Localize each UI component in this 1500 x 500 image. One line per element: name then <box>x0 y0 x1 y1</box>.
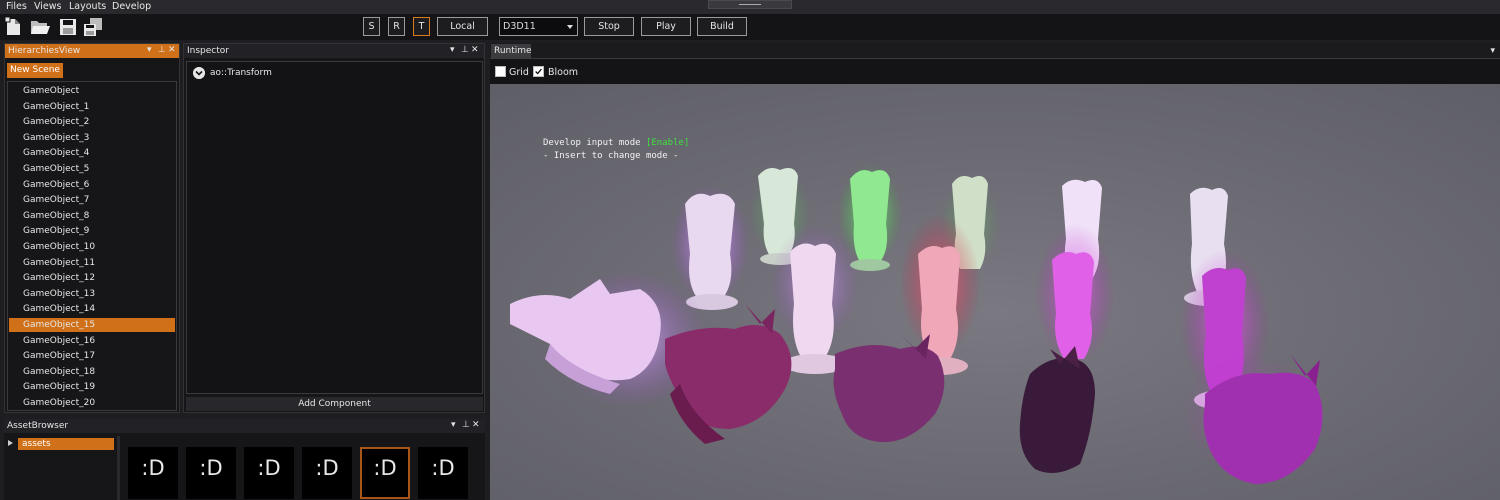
asset-browser-header[interactable]: AssetBrowser ▾ ⊥ ✕ <box>4 419 485 433</box>
hierarchy-item[interactable]: GameObject_18 <box>9 365 175 379</box>
build-button[interactable]: Build <box>697 17 747 36</box>
new-scene-button[interactable]: New Scene <box>7 63 63 78</box>
rotate-mode-button[interactable]: R <box>388 17 405 36</box>
runtime-options-bar: Grid Bloom <box>490 59 1500 85</box>
play-button[interactable]: Play <box>641 17 691 36</box>
hierarchy-item[interactable]: GameObject_5 <box>9 162 175 176</box>
inspector-panel: Inspector ▾ ⊥ ✕ ao::Transform Add Compon… <box>183 43 485 413</box>
overlay-prefix: Develop input mode <box>543 138 646 148</box>
grid-label: Grid <box>509 67 529 78</box>
scene-viewport[interactable]: Develop input mode [Enable] - Insert to … <box>490 84 1500 500</box>
add-component-button[interactable]: Add Component <box>186 397 483 411</box>
hierarchy-item[interactable]: GameObject <box>9 84 175 98</box>
hierarchy-item[interactable]: GameObject_17 <box>9 349 175 363</box>
close-icon[interactable]: ✕ <box>471 45 479 55</box>
hierarchy-item[interactable]: GameObject_10 <box>9 240 175 254</box>
dev-input-mode-text: Develop input mode [Enable] <box>543 138 689 148</box>
buddha-statue <box>1035 224 1115 364</box>
hierarchy-item[interactable]: GameObject_16 <box>9 334 175 348</box>
chevron-down-icon <box>567 25 573 29</box>
expand-arrow-icon[interactable] <box>8 440 13 446</box>
inspector-header[interactable]: Inspector ▾ ⊥ ✕ <box>184 44 484 58</box>
toolbar: S R T Local D3D11 Stop Play Build <box>0 14 1500 40</box>
asset-browser-title: AssetBrowser <box>7 421 69 431</box>
asset-browser-panel: AssetBrowser ▾ ⊥ ✕ assets :D:D:D:D:D:D <box>4 419 485 500</box>
dev-mode-hint-text: - Insert to change mode - <box>543 151 679 161</box>
asset-thumbnail[interactable]: :D <box>360 447 410 499</box>
asset-thumbnail[interactable]: :D <box>244 447 294 499</box>
window-drag-handle[interactable] <box>708 0 792 9</box>
asset-thumbnail[interactable]: :D <box>186 447 236 499</box>
hierarchy-item[interactable]: GameObject_19 <box>9 380 175 394</box>
asset-thumbnail[interactable]: :D <box>418 447 468 499</box>
hierarchy-item[interactable]: GameObject_13 <box>9 287 175 301</box>
panel-menu-icon[interactable]: ▾ <box>451 420 456 430</box>
pin-icon[interactable]: ⊥ <box>461 45 469 55</box>
runtime-panel: Runtime ▾ Grid Bloom Develop input mode … <box>490 43 1500 500</box>
hierarchy-tree: GameObject GameObject_1 GameObject_2 GameOb… <box>7 81 177 411</box>
hierarchy-header[interactable]: HierarchiesView ▾ ⊥ ✕ <box>5 44 179 58</box>
hierarchy-item[interactable]: GameObject_3 <box>9 131 175 145</box>
grip-icon <box>739 4 761 5</box>
menu-develop[interactable]: Develop <box>112 1 151 12</box>
close-icon[interactable]: ✕ <box>472 420 480 430</box>
menu-files[interactable]: Files <box>6 1 27 12</box>
open-folder-icon[interactable] <box>29 16 51 38</box>
panel-menu-icon[interactable]: ▾ <box>450 45 455 55</box>
graphics-api-value: D3D11 <box>503 21 536 32</box>
overlay-status: [Enable] <box>645 138 690 148</box>
hierarchy-item[interactable]: GameObject_6 <box>9 178 175 192</box>
hierarchy-item[interactable]: GameObject_8 <box>9 209 175 223</box>
save-icon[interactable] <box>57 16 79 38</box>
hierarchy-item[interactable]: GameObject_4 <box>9 146 175 160</box>
hierarchy-item[interactable]: GameObject_1 <box>9 100 175 114</box>
collapse-chevron-icon[interactable] <box>193 67 205 79</box>
hierarchy-item[interactable]: GameObject_15 <box>9 318 175 332</box>
save-all-icon[interactable] <box>82 16 104 38</box>
inspector-title: Inspector <box>187 46 229 56</box>
stop-button[interactable]: Stop <box>584 17 634 36</box>
translate-mode-button[interactable]: T <box>413 17 430 36</box>
tab-runtime[interactable]: Runtime <box>491 44 532 58</box>
asset-splitter[interactable] <box>117 436 120 500</box>
new-file-icon[interactable] <box>3 16 25 38</box>
asset-folder-tree: assets <box>6 436 117 498</box>
component-name: ao::Transform <box>210 68 272 78</box>
space-toggle-button[interactable]: Local <box>437 17 488 36</box>
bloom-label: Bloom <box>548 67 579 78</box>
bloom-checkbox[interactable] <box>533 66 544 77</box>
menu-views[interactable]: Views <box>34 1 62 12</box>
hierarchy-item[interactable]: GameObject_9 <box>9 224 175 238</box>
asset-thumbnail[interactable]: :D <box>302 447 352 499</box>
panel-menu-icon[interactable]: ▾ <box>1490 46 1495 56</box>
inspector-body: ao::Transform <box>186 61 483 394</box>
hierarchy-item[interactable]: GameObject_20 <box>9 396 175 410</box>
grid-checkbox[interactable] <box>495 66 506 77</box>
hierarchy-title: HierarchiesView <box>8 46 81 56</box>
close-icon[interactable]: ✕ <box>168 45 176 55</box>
assets-folder[interactable]: assets <box>18 438 114 450</box>
graphics-api-select[interactable]: D3D11 <box>499 17 578 36</box>
menu-layouts[interactable]: Layouts <box>69 1 106 12</box>
scale-mode-button[interactable]: S <box>363 17 380 36</box>
hierarchy-panel: HierarchiesView ▾ ⊥ ✕ New Scene GameObje… <box>4 43 180 413</box>
hierarchy-item[interactable]: GameObject_7 <box>9 193 175 207</box>
hierarchy-item[interactable]: GameObject_12 <box>9 271 175 285</box>
hierarchy-item[interactable]: GameObject_2 <box>9 115 175 129</box>
hierarchy-item[interactable]: GameObject_14 <box>9 302 175 316</box>
panel-menu-icon[interactable]: ▾ <box>147 45 152 55</box>
pin-icon[interactable]: ⊥ <box>462 420 470 430</box>
asset-thumbnail[interactable]: :D <box>128 447 178 499</box>
pin-icon[interactable]: ⊥ <box>158 45 166 55</box>
hierarchy-item[interactable]: GameObject_11 <box>9 256 175 270</box>
